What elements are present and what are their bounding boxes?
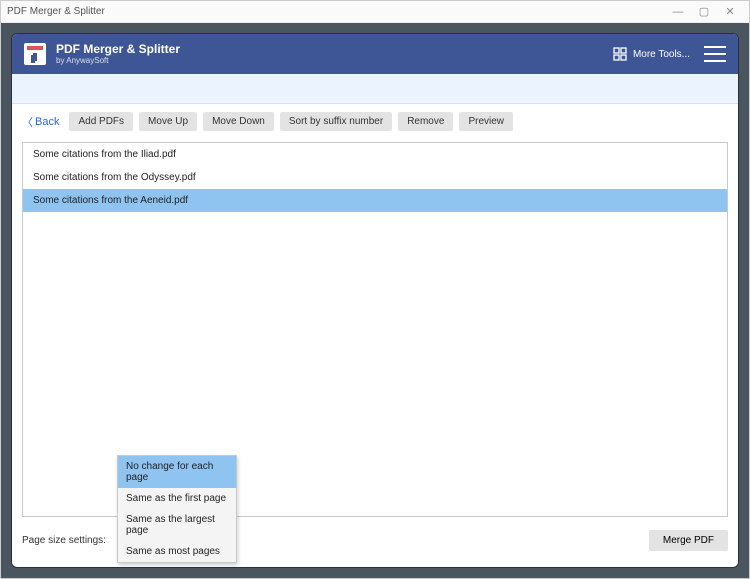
app-subtitle: by AnywaySoft: [56, 56, 180, 65]
window-title: PDF Merger & Splitter: [7, 6, 105, 17]
subheader-strip: [12, 74, 738, 104]
app-title-block: PDF Merger & Splitter by AnywaySoft: [56, 43, 180, 65]
more-tools-button[interactable]: More Tools...: [613, 47, 690, 61]
app-header: PDF Merger & Splitter by AnywaySoft More…: [12, 34, 738, 74]
merge-pdf-button[interactable]: Merge PDF: [649, 530, 728, 551]
app-frame: PDF Merger & Splitter by AnywaySoft More…: [11, 33, 739, 568]
menu-icon[interactable]: [704, 46, 726, 62]
close-button[interactable]: ✕: [717, 5, 743, 18]
sort-by-suffix-button[interactable]: Sort by suffix number: [280, 112, 392, 131]
remove-button[interactable]: Remove: [398, 112, 453, 131]
file-name: Some citations from the Odyssey.pdf: [33, 172, 196, 183]
page-size-menu[interactable]: No change for each pageSame as the first…: [117, 455, 237, 563]
add-pdfs-button[interactable]: Add PDFs: [69, 112, 133, 131]
grid-icon: [613, 47, 627, 61]
os-window: PDF Merger & Splitter — ▢ ✕ PDF Merger &…: [0, 0, 750, 579]
page-size-option[interactable]: No change for each page: [118, 456, 236, 488]
move-up-button[interactable]: Move Up: [139, 112, 197, 131]
page-size-label: Page size settings:: [22, 535, 106, 546]
toolbar: 〈 Back Add PDFs Move Up Move Down Sort b…: [12, 104, 738, 139]
os-titlebar: PDF Merger & Splitter — ▢ ✕: [1, 1, 749, 23]
page-size-option[interactable]: Same as the largest page: [118, 509, 236, 541]
page-size-option[interactable]: Same as most pages: [118, 541, 236, 562]
file-name: Some citations from the Aeneid.pdf: [33, 195, 188, 206]
app-stage: PDF Merger & Splitter by AnywaySoft More…: [1, 23, 749, 578]
chevron-left-icon: 〈: [22, 114, 33, 130]
move-down-button[interactable]: Move Down: [203, 112, 274, 131]
file-row[interactable]: Some citations from the Odyssey.pdf: [23, 166, 727, 189]
file-row[interactable]: Some citations from the Iliad.pdf: [23, 143, 727, 166]
maximize-button[interactable]: ▢: [691, 5, 717, 18]
preview-button[interactable]: Preview: [459, 112, 513, 131]
file-row[interactable]: Some citations from the Aeneid.pdf: [23, 189, 727, 212]
minimize-button[interactable]: —: [665, 6, 691, 18]
back-button[interactable]: 〈 Back: [22, 114, 59, 130]
more-tools-label: More Tools...: [633, 49, 690, 60]
file-name: Some citations from the Iliad.pdf: [33, 149, 176, 160]
back-label: Back: [35, 116, 59, 128]
app-logo-icon: [24, 43, 46, 65]
app-title: PDF Merger & Splitter: [56, 43, 180, 56]
page-size-option[interactable]: Same as the first page: [118, 488, 236, 509]
